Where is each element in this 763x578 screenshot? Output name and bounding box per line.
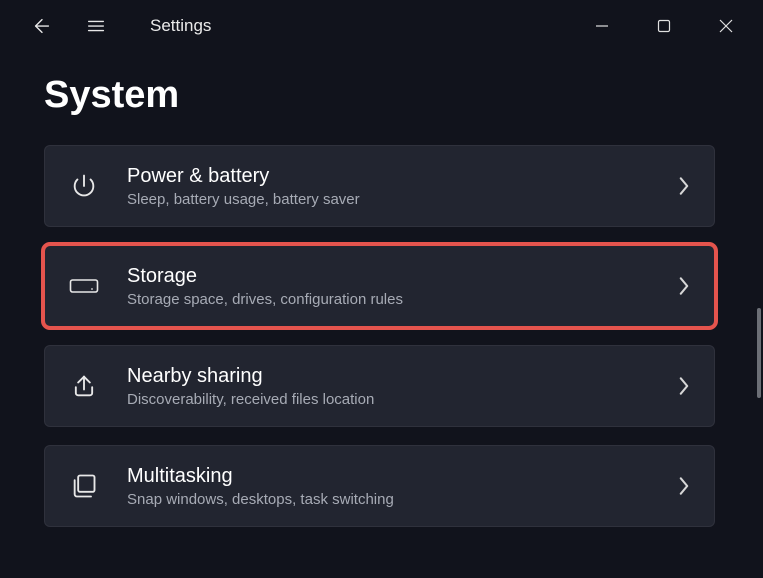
page-title: System [0,52,763,145]
window-title: Settings [150,16,211,36]
back-button[interactable] [28,12,56,40]
hamburger-icon [85,15,107,37]
card-desc: Discoverability, received files location [127,391,676,408]
maximize-icon [657,19,671,33]
chevron-right-icon [676,278,692,294]
arrow-left-icon [31,15,53,37]
titlebar: Settings [0,0,763,52]
minimize-icon [595,19,609,33]
card-text: Nearby sharing Discoverability, received… [127,365,676,408]
power-icon [67,169,101,203]
card-text: Power & battery Sleep, battery usage, ba… [127,165,676,208]
chevron-right-icon [676,178,692,194]
settings-card-list: Power & battery Sleep, battery usage, ba… [0,145,763,527]
chevron-right-icon [676,378,692,394]
maximize-button[interactable] [653,15,675,37]
close-button[interactable] [715,15,737,37]
card-storage[interactable]: Storage Storage space, drives, configura… [44,245,715,327]
card-title: Power & battery [127,165,676,188]
chevron-right-icon [676,478,692,494]
share-icon [67,369,101,403]
storage-icon [67,269,101,303]
card-multitasking[interactable]: Multitasking Snap windows, desktops, tas… [44,445,715,527]
card-text: Storage Storage space, drives, configura… [127,265,676,308]
card-title: Nearby sharing [127,365,676,388]
card-text: Multitasking Snap windows, desktops, tas… [127,465,676,508]
nav-menu-button[interactable] [82,12,110,40]
card-desc: Snap windows, desktops, task switching [127,491,676,508]
close-icon [718,18,734,34]
card-desc: Sleep, battery usage, battery saver [127,191,676,208]
card-title: Storage [127,265,676,288]
minimize-button[interactable] [591,15,613,37]
card-desc: Storage space, drives, configuration rul… [127,291,676,308]
card-title: Multitasking [127,465,676,488]
card-nearby-sharing[interactable]: Nearby sharing Discoverability, received… [44,345,715,427]
multitasking-icon [67,469,101,503]
card-power-battery[interactable]: Power & battery Sleep, battery usage, ba… [44,145,715,227]
window-controls [591,15,751,37]
titlebar-left: Settings [28,12,211,40]
scrollbar-thumb[interactable] [757,308,761,398]
